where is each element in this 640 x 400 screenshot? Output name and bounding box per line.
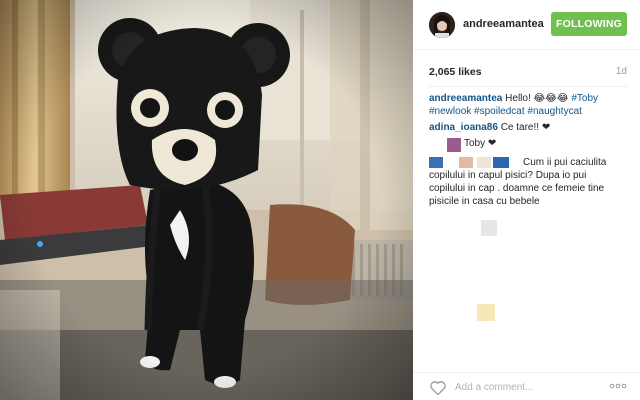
post-timestamp[interactable]: 1d bbox=[616, 66, 627, 77]
likes-row: 2,065 likes 1d bbox=[429, 66, 627, 80]
comment-text: Ce tare!! ❤ bbox=[500, 122, 551, 133]
redacted-block bbox=[481, 220, 497, 236]
hashtag-link[interactable]: #naughtycat bbox=[527, 106, 582, 117]
post-header: andreeamantea FOLLOWING bbox=[413, 0, 640, 50]
cat-in-bear-hat-image bbox=[0, 0, 413, 400]
avatar[interactable] bbox=[429, 12, 455, 38]
hashtag-link[interactable]: #newlook bbox=[429, 106, 471, 117]
ellipsis-icon[interactable] bbox=[609, 383, 627, 389]
caption-text: Hello! 😂😂😂 bbox=[505, 93, 572, 104]
avatar-image bbox=[429, 12, 455, 38]
comment-item: adina_ioana86 Ce tare!! ❤ bbox=[429, 121, 629, 134]
post-username[interactable]: andreeamantea bbox=[463, 18, 544, 30]
comment-username[interactable]: adina_ioana86 bbox=[429, 122, 498, 133]
add-comment-input[interactable] bbox=[455, 379, 595, 395]
caption-username[interactable]: andreeamantea bbox=[429, 93, 502, 104]
redacted-username bbox=[447, 138, 461, 152]
post-side-panel: andreeamantea FOLLOWING 2,065 likes 1d a… bbox=[413, 0, 640, 400]
comment-item: Cum ii pui caciulita copilului in capul … bbox=[429, 156, 629, 208]
likes-count[interactable]: 2,065 likes bbox=[429, 66, 482, 78]
redacted-username bbox=[477, 157, 491, 168]
comment-bar bbox=[413, 372, 640, 400]
comment-text: Cum ii pui caciulita copilului in capul … bbox=[429, 157, 607, 207]
redacted-username bbox=[429, 157, 443, 168]
divider bbox=[429, 86, 627, 87]
redacted-block bbox=[477, 304, 495, 321]
redacted-username bbox=[493, 157, 509, 168]
hashtag-link[interactable]: #spoiledcat bbox=[474, 106, 525, 117]
redacted-username bbox=[459, 157, 473, 168]
post-photo[interactable] bbox=[0, 0, 413, 400]
comment-item: Toby ❤ bbox=[429, 137, 629, 152]
comment-text: Toby ❤ bbox=[464, 138, 497, 149]
heart-outline-icon[interactable] bbox=[429, 380, 447, 396]
following-button[interactable]: FOLLOWING bbox=[551, 12, 627, 36]
caption: andreeamantea Hello! 😂😂😂 #Toby #newlook … bbox=[429, 92, 629, 118]
hashtag-link[interactable]: #Toby bbox=[571, 93, 598, 104]
